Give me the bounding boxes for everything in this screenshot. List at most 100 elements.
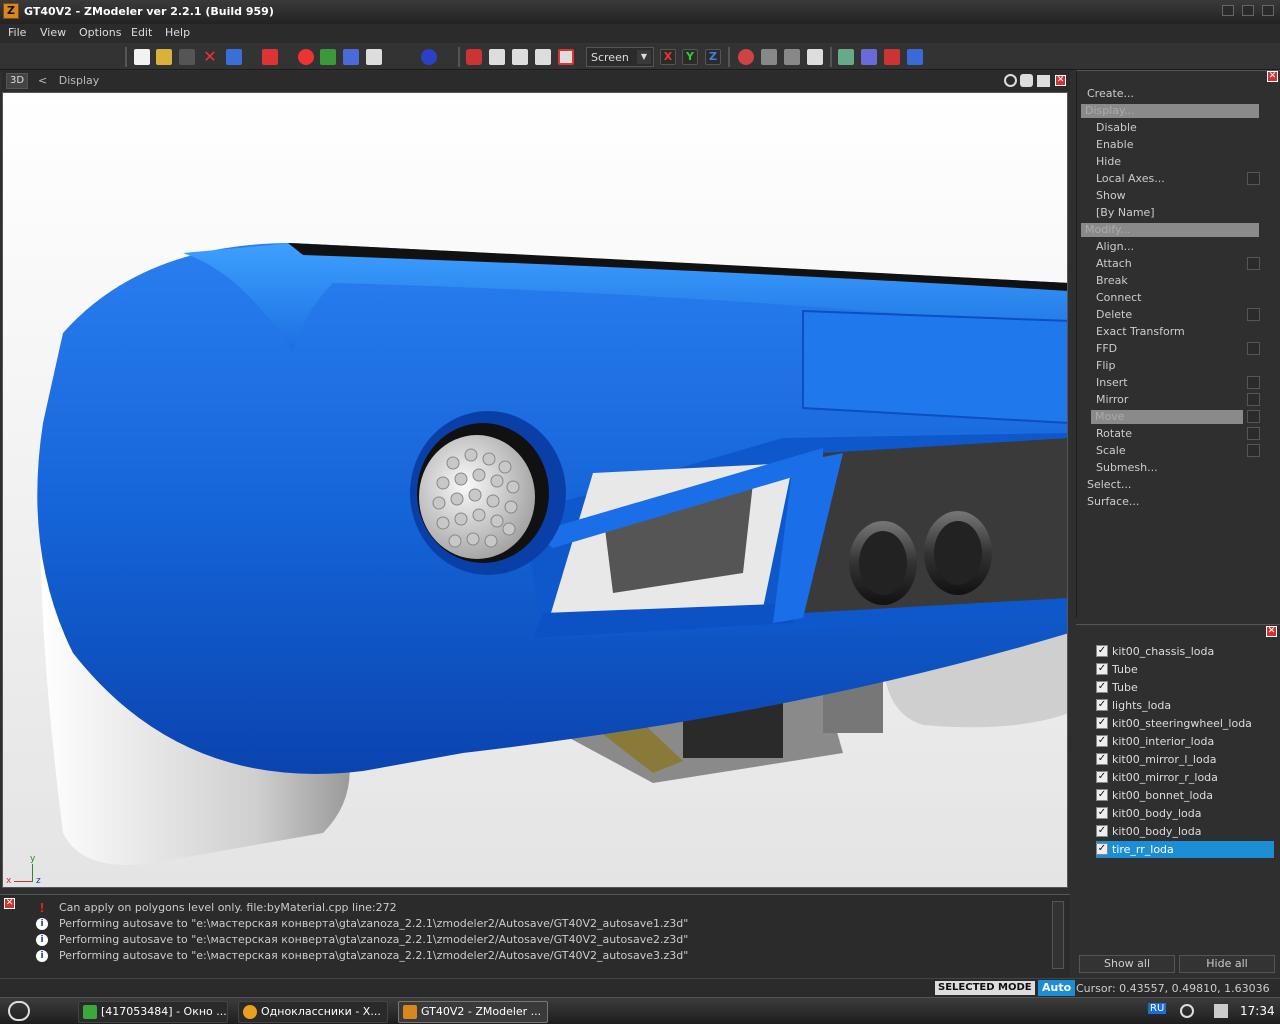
snap-2-icon[interactable] xyxy=(784,49,800,65)
object-item[interactable]: ✓ kit00_mirror_l_loda xyxy=(1096,751,1274,768)
modify-insert[interactable]: Insert xyxy=(1096,376,1128,389)
snap-icon[interactable] xyxy=(761,49,777,65)
local-axes-checkbox[interactable] xyxy=(1247,172,1260,185)
undo-icon[interactable] xyxy=(343,49,359,65)
log-scrollbar[interactable] xyxy=(1052,901,1064,969)
viewport-mode-tag[interactable]: 3D xyxy=(6,73,28,89)
select-cube-icon[interactable] xyxy=(489,49,505,65)
modify-submesh[interactable]: Submesh... xyxy=(1096,461,1158,474)
visible-checkbox[interactable]: ✓ xyxy=(1096,681,1108,693)
rotate-checkbox[interactable] xyxy=(1247,427,1260,440)
select-vertex-icon[interactable] xyxy=(466,49,482,65)
close-log-icon[interactable]: ✕ xyxy=(4,898,15,909)
menu-help[interactable]: Help xyxy=(165,26,190,39)
modify-connect[interactable]: Connect xyxy=(1096,291,1141,304)
taskbar-task-active[interactable]: GT40V2 - ZModeler ... xyxy=(398,1001,548,1023)
close-viewport-icon[interactable]: ✕ xyxy=(1055,75,1066,86)
object-item[interactable]: ✓ kit00_body_loda xyxy=(1096,805,1274,822)
modify-rotate[interactable]: Rotate xyxy=(1096,427,1132,440)
select-cube-2-icon[interactable] xyxy=(512,49,528,65)
select-cube-4-icon[interactable] xyxy=(558,49,574,65)
ffd-checkbox[interactable] xyxy=(1247,342,1260,355)
visible-checkbox[interactable]: ✓ xyxy=(1096,753,1108,765)
visible-checkbox[interactable]: ✓ xyxy=(1096,717,1108,729)
open-file-icon[interactable] xyxy=(156,49,172,65)
display-hide[interactable]: Hide xyxy=(1096,155,1121,168)
visible-checkbox[interactable]: ✓ xyxy=(1096,825,1108,837)
display-show[interactable]: Show xyxy=(1096,189,1126,202)
attach-checkbox[interactable] xyxy=(1247,257,1260,270)
taskbar-task[interactable]: [417053484] - Окно ... xyxy=(78,1001,228,1023)
taskbar-task[interactable]: Одноклассники - Х... xyxy=(238,1001,388,1023)
select-cube-3-icon[interactable] xyxy=(535,49,551,65)
new-file-icon[interactable] xyxy=(134,49,150,65)
menu-options[interactable]: Options xyxy=(79,26,121,39)
tool-icon[interactable] xyxy=(838,49,854,65)
display-by-name[interactable]: [By Name] xyxy=(1096,206,1155,219)
maximize-button[interactable] xyxy=(1242,5,1254,16)
volume-icon[interactable] xyxy=(1214,1004,1228,1018)
surface-menu[interactable]: Surface... xyxy=(1087,495,1139,508)
texture-icon[interactable] xyxy=(320,49,336,65)
pin-icon[interactable] xyxy=(884,49,900,65)
display-local-axes[interactable]: Local Axes... xyxy=(1096,172,1165,185)
modify-exact-transform[interactable]: Exact Transform xyxy=(1096,325,1185,338)
modify-break[interactable]: Break xyxy=(1096,274,1128,287)
select-menu[interactable]: Select... xyxy=(1087,478,1131,491)
visible-checkbox[interactable]: ✓ xyxy=(1096,735,1108,747)
modify-align[interactable]: Align... xyxy=(1096,240,1134,253)
visible-checkbox[interactable]: ✓ xyxy=(1096,771,1108,783)
display-disable[interactable]: Disable xyxy=(1096,121,1137,134)
menu-file[interactable]: File xyxy=(8,26,26,39)
clock[interactable]: 17:34 xyxy=(1240,1004,1275,1018)
hide-all-button[interactable]: Hide all xyxy=(1179,955,1275,973)
mirror-checkbox[interactable] xyxy=(1247,393,1260,406)
globe-icon[interactable] xyxy=(421,49,437,65)
modify-mirror[interactable]: Mirror xyxy=(1096,393,1128,406)
axis-x-toggle[interactable]: X xyxy=(660,49,676,65)
minimize-button[interactable] xyxy=(1222,5,1234,16)
space-select[interactable]: Screen ▼ xyxy=(586,47,654,67)
object-item[interactable]: ✓ kit00_steeringwheel_loda xyxy=(1096,715,1274,732)
modify-attach[interactable]: Attach xyxy=(1096,257,1132,270)
visible-checkbox[interactable]: ✓ xyxy=(1096,789,1108,801)
menu-view[interactable]: View xyxy=(40,26,66,39)
save-icon[interactable] xyxy=(179,49,195,65)
object-item-selected[interactable]: ✓ tire_rr_loda xyxy=(1096,841,1274,858)
object-item[interactable]: ✓ kit00_bonnet_loda xyxy=(1096,787,1274,804)
display-section[interactable]: Display... xyxy=(1081,104,1259,118)
graph-icon[interactable] xyxy=(807,49,823,65)
object-item[interactable]: ✓ Tube xyxy=(1096,679,1274,696)
scale-checkbox[interactable] xyxy=(1247,444,1260,457)
close-window-button[interactable] xyxy=(1262,5,1274,16)
language-indicator[interactable]: RU xyxy=(1148,1003,1167,1014)
modify-move[interactable]: Move xyxy=(1091,410,1243,424)
auto-badge[interactable]: Auto xyxy=(1038,980,1076,996)
modify-flip[interactable]: Flip xyxy=(1096,359,1115,372)
display-enable[interactable]: Enable xyxy=(1096,138,1133,151)
network-icon[interactable] xyxy=(1180,1004,1194,1018)
import-icon[interactable] xyxy=(226,49,242,65)
visible-checkbox[interactable]: ✓ xyxy=(1096,699,1108,711)
show-all-button[interactable]: Show all xyxy=(1079,955,1175,973)
export-icon[interactable] xyxy=(262,49,278,65)
viewport-layout-icon[interactable] xyxy=(1037,75,1050,87)
tool-3-icon[interactable] xyxy=(907,49,923,65)
object-item[interactable]: ✓ kit00_body_loda xyxy=(1096,823,1274,840)
modify-scale[interactable]: Scale xyxy=(1096,444,1126,457)
magnet-icon[interactable] xyxy=(738,49,754,65)
material-icon[interactable] xyxy=(298,49,314,65)
axis-y-toggle[interactable]: Y xyxy=(682,49,698,65)
insert-checkbox[interactable] xyxy=(1247,376,1260,389)
modify-section[interactable]: Modify... xyxy=(1081,223,1259,237)
delete-icon[interactable]: ✕ xyxy=(202,49,218,65)
create-menu[interactable]: Create... xyxy=(1087,87,1134,100)
start-orb-icon[interactable] xyxy=(8,1001,30,1021)
visible-checkbox[interactable]: ✓ xyxy=(1096,663,1108,675)
close-objects-icon[interactable]: ✕ xyxy=(1266,626,1277,637)
close-panel-icon[interactable]: ✕ xyxy=(1267,71,1278,82)
3d-viewport[interactable] xyxy=(2,92,1068,888)
properties-icon[interactable] xyxy=(366,49,382,65)
zoom-icon[interactable] xyxy=(1004,74,1017,87)
object-item[interactable]: ✓ lights_loda xyxy=(1096,697,1274,714)
